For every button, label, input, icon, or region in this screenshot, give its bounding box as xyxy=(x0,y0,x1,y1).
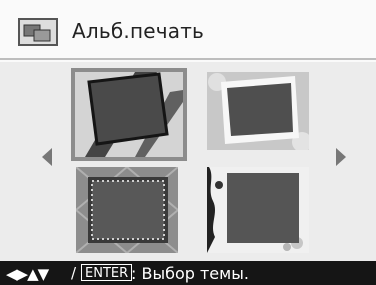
theme-thumbnail-4[interactable] xyxy=(207,167,309,253)
album-print-icon xyxy=(18,18,58,46)
separator: / xyxy=(71,264,77,282)
theme-grid xyxy=(0,62,376,261)
header-bar: Альб.печать xyxy=(0,0,376,62)
next-page-arrow-icon[interactable] xyxy=(336,148,346,166)
prev-page-arrow-icon[interactable] xyxy=(42,148,52,166)
theme-thumbnail-3[interactable] xyxy=(76,167,178,253)
navigation-arrows-icon: ◀▶▲▼ xyxy=(6,265,49,283)
enter-key-label: ENTER xyxy=(81,264,133,281)
theme-thumbnail-1[interactable] xyxy=(71,68,187,161)
theme-thumbnail-2[interactable] xyxy=(207,72,309,150)
header-divider xyxy=(0,58,376,60)
status-bar: ◀▶▲▼ / ENTER : Выбор темы. xyxy=(0,261,376,285)
hint-text: : Выбор темы. xyxy=(131,264,249,283)
page-title: Альб.печать xyxy=(72,19,205,43)
